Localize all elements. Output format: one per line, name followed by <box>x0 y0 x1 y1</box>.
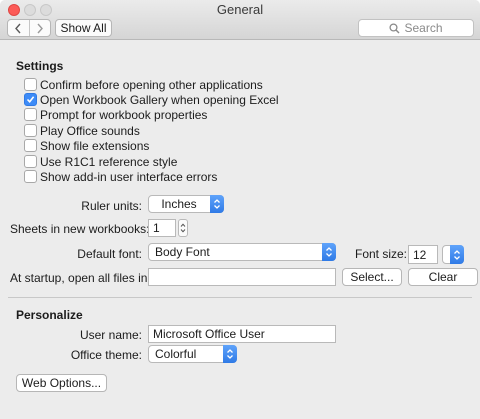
sheets-stepper[interactable] <box>178 219 188 237</box>
ruler-units-select[interactable]: Inches <box>148 195 224 213</box>
search-icon <box>389 22 400 33</box>
font-size-select[interactable] <box>442 245 464 264</box>
checkbox[interactable] <box>24 139 37 152</box>
settings-section-title: Settings <box>16 59 64 73</box>
checkbox[interactable] <box>24 155 37 168</box>
font-size-field[interactable]: 12 <box>408 245 438 264</box>
checkbox-label: Play Office sounds <box>40 123 140 138</box>
clear-folder-button[interactable]: Clear <box>408 268 478 286</box>
checkbox-label: Show file extensions <box>40 138 150 153</box>
search-input[interactable]: Search <box>358 19 474 37</box>
play-office-sounds-checkbox-row[interactable]: Play Office sounds <box>24 123 140 138</box>
office-theme-select[interactable]: Colorful <box>148 345 237 363</box>
default-font-value: Body Font <box>155 245 210 259</box>
chevron-left-icon <box>15 23 21 33</box>
checkbox-label: Confirm before opening other application… <box>40 77 263 92</box>
checkmark-icon <box>26 96 35 104</box>
search-placeholder: Search <box>404 21 443 35</box>
checkbox-label: Open Workbook Gallery when opening Excel <box>40 92 279 107</box>
checkbox[interactable] <box>24 108 37 121</box>
title-bar: General Show All Search <box>0 0 480 40</box>
sheets-in-new-workbooks-label: Sheets in new workbooks: <box>10 222 150 236</box>
chevron-right-icon <box>37 23 43 33</box>
checkbox[interactable] <box>24 78 37 91</box>
show-file-extensions-checkbox-row[interactable]: Show file extensions <box>24 138 149 153</box>
ruler-units-label: Ruler units: <box>81 199 142 213</box>
default-font-label: Default font: <box>77 247 142 261</box>
sheets-count-field[interactable]: 1 <box>148 219 176 237</box>
checkbox-label: Show add-in user interface errors <box>40 169 218 184</box>
confirm-before-opening-checkbox-row[interactable]: Confirm before opening other application… <box>24 77 263 92</box>
startup-folder-label: At startup, open all files in: <box>10 271 151 285</box>
font-size-label: Font size: <box>355 247 408 261</box>
forward-button[interactable] <box>28 20 51 36</box>
web-options-button[interactable]: Web Options... <box>16 374 107 392</box>
chevron-updown-icon <box>450 245 464 264</box>
show-addin-errors-checkbox-row[interactable]: Show add-in user interface errors <box>24 169 217 184</box>
section-divider <box>8 297 472 298</box>
startup-folder-field[interactable] <box>148 268 336 286</box>
office-theme-label: Office theme: <box>70 348 142 362</box>
user-name-label: User name: <box>79 328 142 342</box>
checkbox-label: Prompt for workbook properties <box>40 107 208 122</box>
default-font-select[interactable]: Body Font <box>148 243 336 261</box>
checkbox-label: Use R1C1 reference style <box>40 154 178 169</box>
preferences-window: General Show All Search Settings Confirm… <box>0 0 480 419</box>
ruler-units-value: Inches <box>161 197 197 211</box>
back-button[interactable] <box>8 20 29 36</box>
personalize-section-title: Personalize <box>16 308 83 322</box>
select-folder-button[interactable]: Select... <box>342 268 402 286</box>
show-all-button[interactable]: Show All <box>55 19 112 37</box>
checkbox[interactable] <box>24 170 37 183</box>
office-theme-value: Colorful <box>155 347 197 361</box>
use-r1c1-checkbox-row[interactable]: Use R1C1 reference style <box>24 154 177 169</box>
open-workbook-gallery-checkbox-row[interactable]: Open Workbook Gallery when opening Excel <box>24 92 279 107</box>
prompt-workbook-properties-checkbox-row[interactable]: Prompt for workbook properties <box>24 107 207 122</box>
checkbox-checked[interactable] <box>24 93 37 106</box>
window-title: General <box>216 2 264 17</box>
chevron-updown-icon <box>322 243 336 261</box>
chevron-updown-icon <box>223 345 237 363</box>
checkbox[interactable] <box>24 124 37 137</box>
chevron-updown-icon <box>210 195 224 213</box>
navigation-buttons <box>7 19 51 37</box>
user-name-field[interactable]: Microsoft Office User <box>148 325 336 343</box>
stepper-arrows-icon <box>180 223 186 233</box>
